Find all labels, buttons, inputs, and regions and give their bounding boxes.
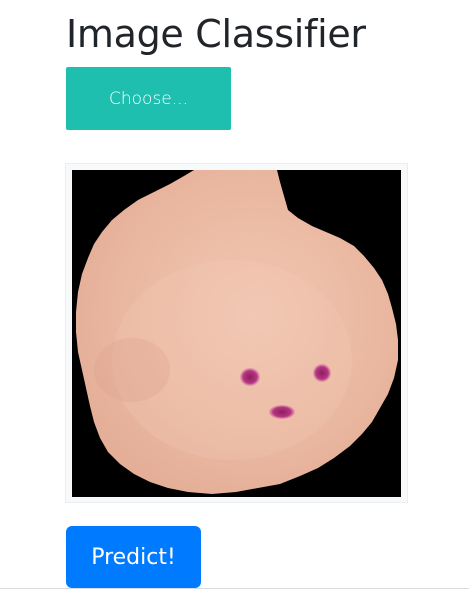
page-title: Image Classifier xyxy=(66,12,366,56)
divider xyxy=(0,588,469,589)
parasite-stain xyxy=(269,405,295,419)
parasite-stain xyxy=(240,368,260,386)
predict-button[interactable]: Predict! xyxy=(66,526,201,588)
parasite-stain xyxy=(313,364,331,382)
choose-file-button[interactable]: Choose... xyxy=(66,67,231,130)
cell-shadow xyxy=(94,338,170,402)
image-preview xyxy=(72,170,401,497)
image-classifier-page: Image Classifier Choose... Predict! xyxy=(0,0,469,591)
